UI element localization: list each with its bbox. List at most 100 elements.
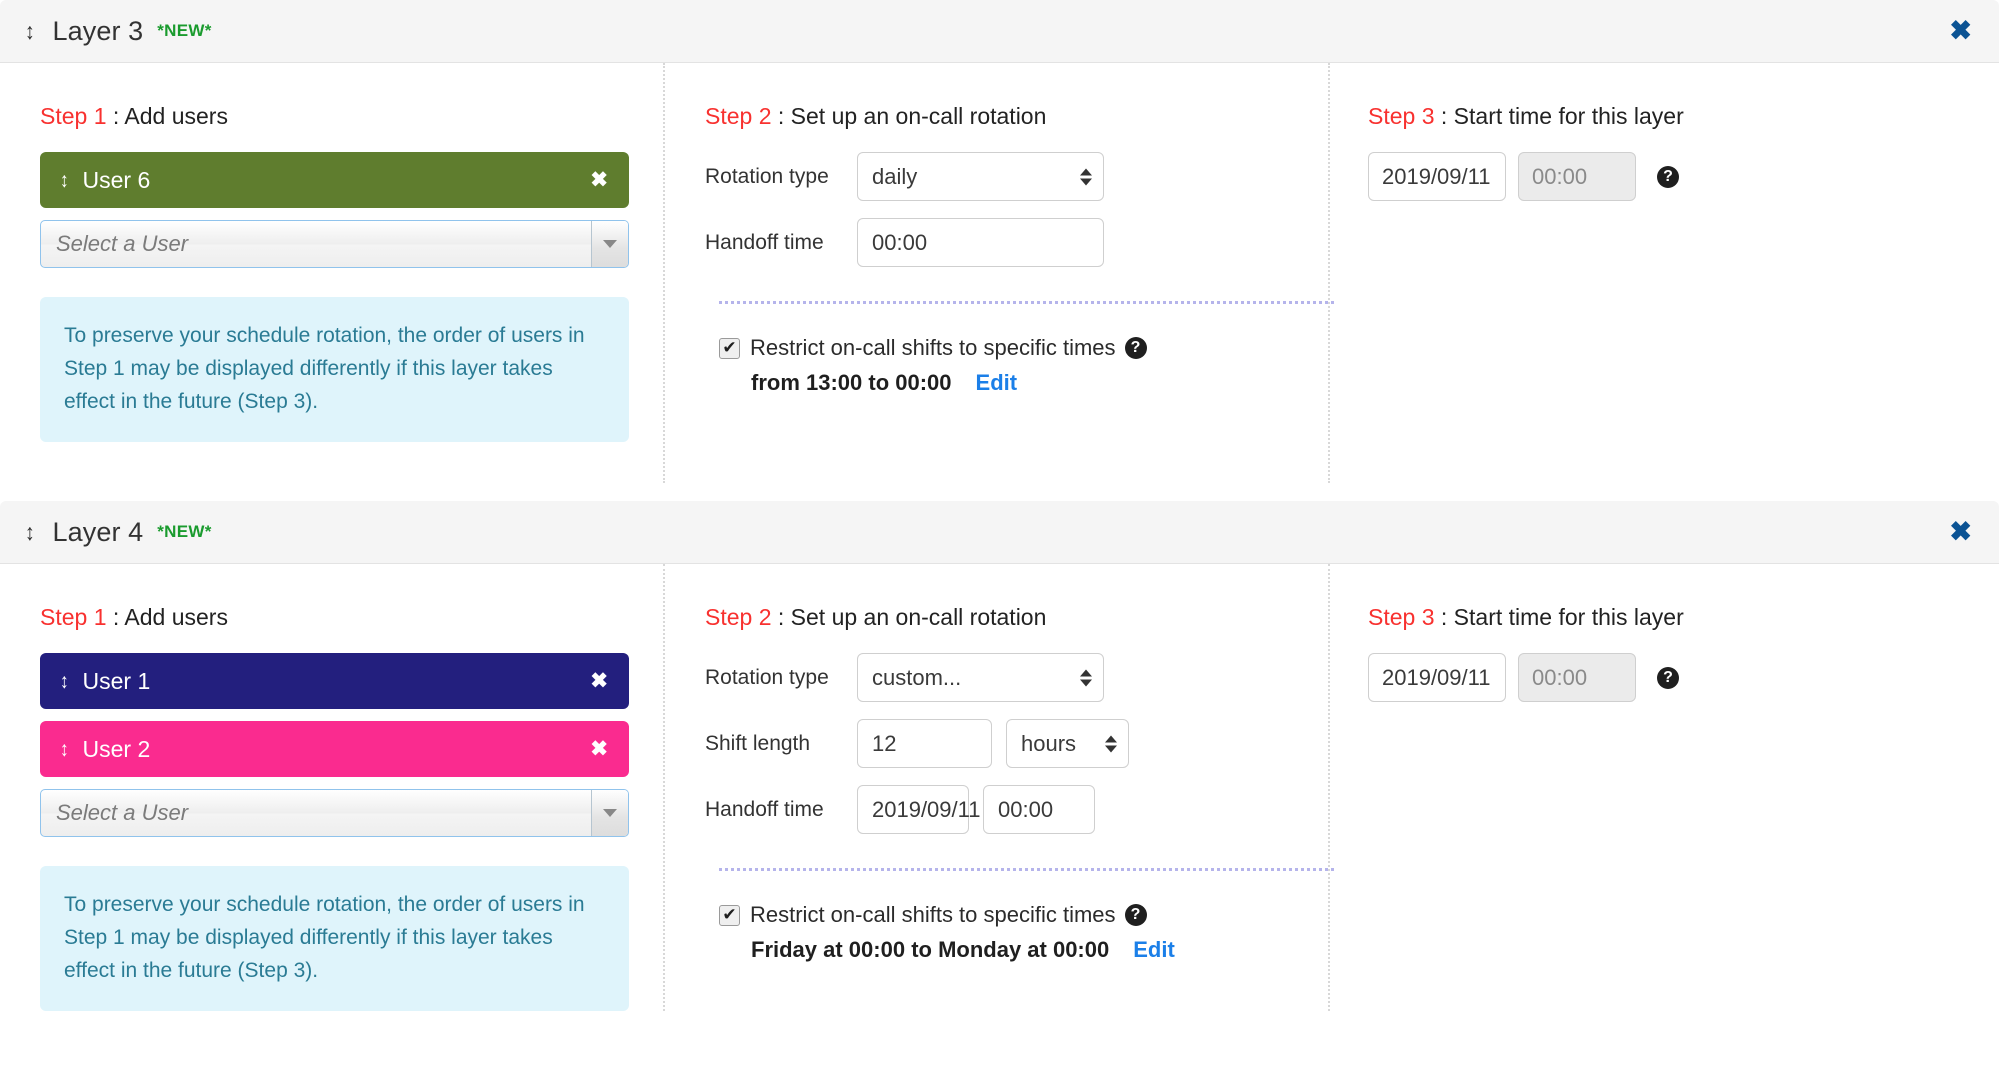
panel-gap [0, 487, 1999, 501]
step3-title: Step 3 : Start time for this layer [1368, 604, 1963, 631]
user-drag-handle-icon[interactable]: ↕ [60, 739, 69, 760]
restrict-checkbox-row: ✔ Restrict on-call shifts to specific ti… [719, 335, 1294, 361]
handoff-date-value: 2019/09/11 [872, 796, 981, 822]
restrict-summary: from 13:00 to 00:00 [751, 370, 952, 395]
step3-text: Start time for this layer [1453, 604, 1684, 630]
step1-number: Step 1 [40, 103, 107, 129]
layer-title: Layer 3 [52, 15, 144, 46]
check-icon: ✔ [722, 337, 737, 357]
remove-user-icon[interactable]: ✖ [590, 170, 608, 191]
rotation-type-value: daily [872, 163, 918, 189]
step1-title: Step 1 : Add users [40, 103, 629, 130]
restrict-checkbox[interactable]: ✔ [719, 904, 740, 926]
rotation-order-note: To preserve your schedule rotation, the … [40, 866, 629, 1011]
user-name: User 2 [82, 735, 151, 762]
step2-number: Step 2 [705, 604, 772, 630]
start-date-value: 2019/09/11 [1382, 664, 1491, 690]
remove-user-icon[interactable]: ✖ [590, 739, 608, 760]
stepper-arrows-icon [1080, 669, 1092, 686]
handoff-time-input[interactable]: 00:00 [857, 218, 1104, 267]
step1-separator: : [106, 604, 125, 630]
start-time-row: 2019/09/11 00:00 ? [1368, 653, 1963, 702]
user-drag-handle-icon[interactable]: ↕ [60, 170, 69, 191]
handoff-time-value: 00:00 [998, 796, 1054, 822]
start-time-value: 00:00 [1532, 664, 1588, 690]
step2-separator: : [771, 604, 791, 630]
handoff-time-label: Handoff time [705, 230, 824, 254]
layer-new-badge: *NEW* [157, 522, 212, 541]
select-user-placeholder: Select a User [56, 800, 189, 825]
start-date-input[interactable]: 2019/09/11 [1368, 152, 1506, 201]
close-icon[interactable]: ✖ [1949, 518, 1972, 546]
stepper-arrows-icon [1080, 168, 1092, 185]
section-divider [719, 301, 1334, 304]
user-name: User 1 [82, 667, 151, 694]
select-user-placeholder: Select a User [56, 231, 189, 256]
step3-separator: : [1434, 604, 1454, 630]
step1-text: Add users [124, 604, 228, 630]
restrict-checkbox[interactable]: ✔ [719, 337, 740, 359]
layer-title: Layer 4 [52, 516, 144, 547]
rotation-type-row: Rotation type daily [705, 152, 1294, 201]
step2-text: Set up an on-call rotation [790, 604, 1047, 630]
step2-number: Step 2 [705, 103, 772, 129]
layer-panel-1: ↕ Layer 3 *NEW* ✖ Step 1 : Add users ↕ U… [0, 0, 1999, 487]
remove-user-icon[interactable]: ✖ [590, 671, 608, 692]
schedule-layers-page: ↕ Layer 3 *NEW* ✖ Step 1 : Add users ↕ U… [0, 0, 1999, 1069]
step2-column: Step 2 : Set up an on-call rotation Rota… [665, 564, 1334, 1011]
chevron-down-icon[interactable] [591, 221, 628, 267]
restrict-checkbox-row: ✔ Restrict on-call shifts to specific ti… [719, 902, 1294, 928]
stepper-arrows-icon [1105, 735, 1117, 752]
drag-handle-icon[interactable]: ↕ [25, 520, 35, 544]
step2-column: Step 2 : Set up an on-call rotation Rota… [665, 63, 1334, 483]
shift-length-input[interactable]: 12 [857, 719, 992, 768]
step1-title: Step 1 : Add users [40, 604, 629, 631]
shift-length-label: Shift length [705, 731, 811, 755]
user-pill[interactable]: ↕ User 2 ✖ [40, 721, 629, 777]
rotation-type-row: Rotation type custom... [705, 653, 1294, 702]
drag-handle-icon[interactable]: ↕ [25, 19, 35, 43]
help-icon[interactable]: ? [1124, 337, 1147, 359]
user-pill[interactable]: ↕ User 6 ✖ [40, 152, 629, 208]
step1-text: Add users [124, 103, 228, 129]
rotation-type-select[interactable]: daily [857, 152, 1104, 201]
start-date-input[interactable]: 2019/09/11 [1368, 653, 1506, 702]
close-icon[interactable]: ✖ [1949, 17, 1972, 45]
rotation-type-select[interactable]: custom... [857, 653, 1104, 702]
step1-number: Step 1 [40, 604, 107, 630]
start-time-input: 00:00 [1518, 653, 1636, 702]
layer-header-2: ↕ Layer 4 *NEW* ✖ [0, 501, 1999, 564]
layer-header-1: ↕ Layer 3 *NEW* ✖ [0, 0, 1999, 63]
layer-new-badge: *NEW* [157, 21, 212, 40]
step3-column: Step 3 : Start time for this layer 2019/… [1330, 564, 1999, 1011]
chevron-down-icon[interactable] [591, 790, 628, 836]
step3-title: Step 3 : Start time for this layer [1368, 103, 1963, 130]
layer-body-1: Step 1 : Add users ↕ User 6 ✖ Select a U… [0, 63, 1999, 483]
select-user-input[interactable]: Select a User [40, 220, 629, 268]
handoff-time-input[interactable]: 00:00 [983, 785, 1095, 834]
restrict-label: Restrict on-call shifts to specific time… [750, 335, 1116, 360]
restrict-block: ✔ Restrict on-call shifts to specific ti… [705, 902, 1294, 963]
edit-restriction-link[interactable]: Edit [976, 370, 1018, 396]
shift-length-unit-select[interactable]: hours [1006, 719, 1129, 768]
edit-restriction-link[interactable]: Edit [1133, 937, 1175, 963]
help-icon[interactable]: ? [1657, 165, 1679, 188]
step3-number: Step 3 [1368, 103, 1435, 129]
step2-text: Set up an on-call rotation [790, 103, 1047, 129]
start-time-value: 00:00 [1532, 163, 1588, 189]
select-user-input[interactable]: Select a User [40, 789, 629, 837]
handoff-date-input[interactable]: 2019/09/11 [857, 785, 980, 834]
user-drag-handle-icon[interactable]: ↕ [60, 671, 69, 692]
rotation-type-value: custom... [872, 664, 962, 690]
restrict-block: ✔ Restrict on-call shifts to specific ti… [705, 335, 1294, 396]
help-icon[interactable]: ? [1657, 666, 1679, 689]
user-name: User 6 [82, 166, 151, 193]
step3-text: Start time for this layer [1453, 103, 1684, 129]
handoff-time-value: 00:00 [872, 229, 928, 255]
rotation-type-label: Rotation type [705, 665, 829, 689]
step3-column: Step 3 : Start time for this layer 2019/… [1330, 63, 1999, 483]
user-pill[interactable]: ↕ User 1 ✖ [40, 653, 629, 709]
handoff-time-label: Handoff time [705, 797, 824, 821]
help-icon[interactable]: ? [1124, 904, 1147, 926]
step1-column: Step 1 : Add users ↕ User 6 ✖ Select a U… [0, 63, 665, 483]
